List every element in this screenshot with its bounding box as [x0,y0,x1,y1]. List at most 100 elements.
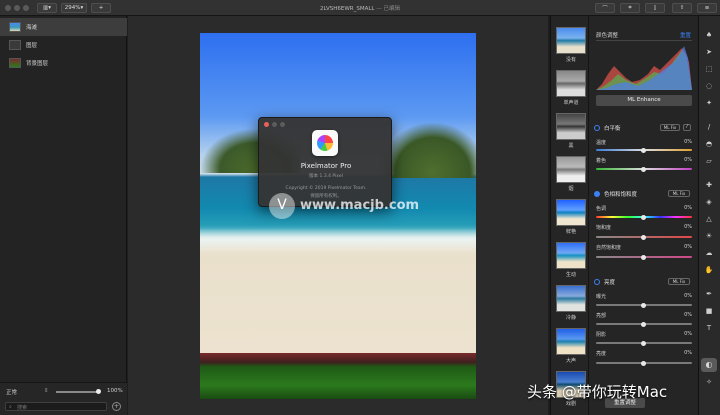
slider-knob[interactable] [641,234,646,240]
color-adjust-tool-icon[interactable]: ◐ [701,358,717,372]
temperature-label: 温度 [596,140,607,146]
brightness-value: 0% [684,350,692,356]
brightness-slider[interactable] [596,360,692,366]
ml-fix-button[interactable]: ML Fix [668,278,690,285]
preset-thumbnail-lively[interactable] [556,242,586,269]
slider-knob[interactable] [641,214,646,220]
document-button[interactable]: ▯ [645,3,665,13]
watermark-text: www.macjb.com [300,198,420,213]
adjust-toggle-button[interactable]: ≡ [697,3,717,13]
white-balance-toggle[interactable] [594,125,600,131]
hue-saturation-toggle[interactable] [594,191,600,197]
preset-thumbnail-vivid[interactable] [556,199,586,226]
preset-thumbnail-loud[interactable] [556,328,586,355]
slider-knob[interactable] [641,166,646,172]
vibrance-label: 自然饱和度 [596,245,622,251]
document-icon: ▯ [653,5,657,11]
saturation-slider[interactable] [596,234,692,240]
layer-thumbnail [9,58,21,68]
clone-tool-icon[interactable]: ◈ [704,198,714,206]
slider-knob[interactable] [641,254,646,260]
preset-thumbnail-black[interactable] [556,113,586,140]
opacity-slider-knob[interactable] [96,389,101,394]
effects-tool-icon[interactable]: ✧ [704,378,714,386]
exposure-value: 0% [684,293,692,299]
vibrance-slider[interactable] [596,254,692,260]
dialog-close-button[interactable] [264,122,269,127]
preset-thumbnail-mono[interactable] [556,70,586,97]
preset-thumbnail-smoke[interactable] [556,156,586,183]
preset-label: 黑 [568,143,574,149]
reset-link[interactable]: 重置 [680,31,691,39]
add-layer-button[interactable]: + [112,402,121,411]
preset-label: 冷静 [565,315,576,321]
lighten-tool-icon[interactable]: ☀ [704,232,714,240]
slider-knob[interactable] [641,321,646,327]
shadows-slider[interactable] [596,340,692,346]
ml-enhance-button[interactable]: ML Enhance [596,95,692,106]
panel-divider [588,16,589,415]
corner-watermark: 头条 @带你玩转Mac [527,383,668,401]
opacity-slider[interactable] [56,391,100,393]
paint-bucket-icon[interactable]: ◓ [704,140,714,148]
layer-item-layer[interactable]: 图层 [0,36,127,54]
ml-fix-button[interactable]: ML Fix [660,124,680,131]
paint-tool-button[interactable]: ⌒ [595,3,615,13]
title-bar: ▥▾ 294% ▾ + 2LVSH6EWR_SMALL — 已编辑 ⌒ ⌗ ▯ ⇧… [0,0,720,16]
close-window-button[interactable] [5,5,11,11]
slider-knob[interactable] [641,340,646,346]
sharpen-tool-icon[interactable]: △ [704,215,714,223]
repair-tool-icon[interactable]: ✚ [704,181,714,189]
chevron-down-icon: ▾ [80,5,84,11]
share-button[interactable]: ⇧ [672,3,692,13]
about-version: 版本 1.3.4 Pixel [309,174,343,179]
temperature-slider[interactable] [596,147,692,153]
add-button[interactable]: + [91,3,111,13]
text-tool-icon[interactable]: T [704,324,714,332]
zoom-window-button[interactable] [23,5,29,11]
style-tool-icon[interactable]: ♠ [704,31,714,39]
selection-tool-icon[interactable]: ⬚ [704,65,714,73]
arrange-tool-icon[interactable]: ➤ [704,48,714,56]
crop-button[interactable]: ⌗ [620,3,640,13]
layer-item-beach[interactable]: 海滩 [0,18,127,36]
view-toggle-button[interactable]: ▥▾ [37,3,57,13]
preset-thumbnail-none[interactable] [556,27,586,54]
lasso-tool-icon[interactable]: ◌ [704,82,714,90]
ml-fix-button[interactable]: ML Fix [668,190,690,197]
sponge-tool-icon[interactable]: ✋ [704,266,714,274]
preset-thumbnail-calm[interactable] [556,285,586,312]
hue-value: 0% [684,205,692,211]
share-icon: ⇧ [679,5,685,11]
preset-label: 生动 [565,272,576,278]
paint-brush-icon[interactable]: / [704,123,714,131]
lightness-toggle[interactable] [594,279,600,285]
tint-slider[interactable] [596,166,692,172]
minimize-window-button[interactable] [14,5,20,11]
highlights-label: 亮部 [596,313,607,319]
plus-icon: + [98,5,104,11]
exposure-slider[interactable] [596,302,692,308]
surf-foam [200,225,476,255]
zoom-dropdown[interactable]: 294% ▾ [61,3,87,13]
slider-knob[interactable] [641,147,646,153]
smudge-tool-icon[interactable]: ☁ [704,249,714,257]
hue-label: 色调 [596,206,607,212]
highlights-slider[interactable] [596,321,692,327]
eraser-icon[interactable]: ▱ [704,157,714,165]
slider-knob[interactable] [641,302,646,308]
search-field[interactable]: ⌕ 搜索 [5,402,107,411]
saturation-label: 饱和度 [596,225,612,231]
blend-mode-select[interactable]: 正常 [6,388,17,396]
hue-slider[interactable] [596,214,692,220]
magic-wand-icon[interactable]: ✦ [704,99,714,107]
shape-tool-icon[interactable]: ■ [704,307,714,315]
pen-tool-icon[interactable]: ✒ [704,290,714,298]
eyedropper-icon[interactable]: ⁄ [683,124,691,131]
slider-knob[interactable] [641,360,646,366]
layer-item-background[interactable]: 背景图层 [0,54,127,72]
white-balance-title: 白平衡 [604,126,621,132]
layer-options: 正常 ⇕ 100% ⌕ 搜索 + [0,382,127,415]
tint-label: 着色 [596,158,607,164]
crop-icon: ⌗ [628,4,632,11]
